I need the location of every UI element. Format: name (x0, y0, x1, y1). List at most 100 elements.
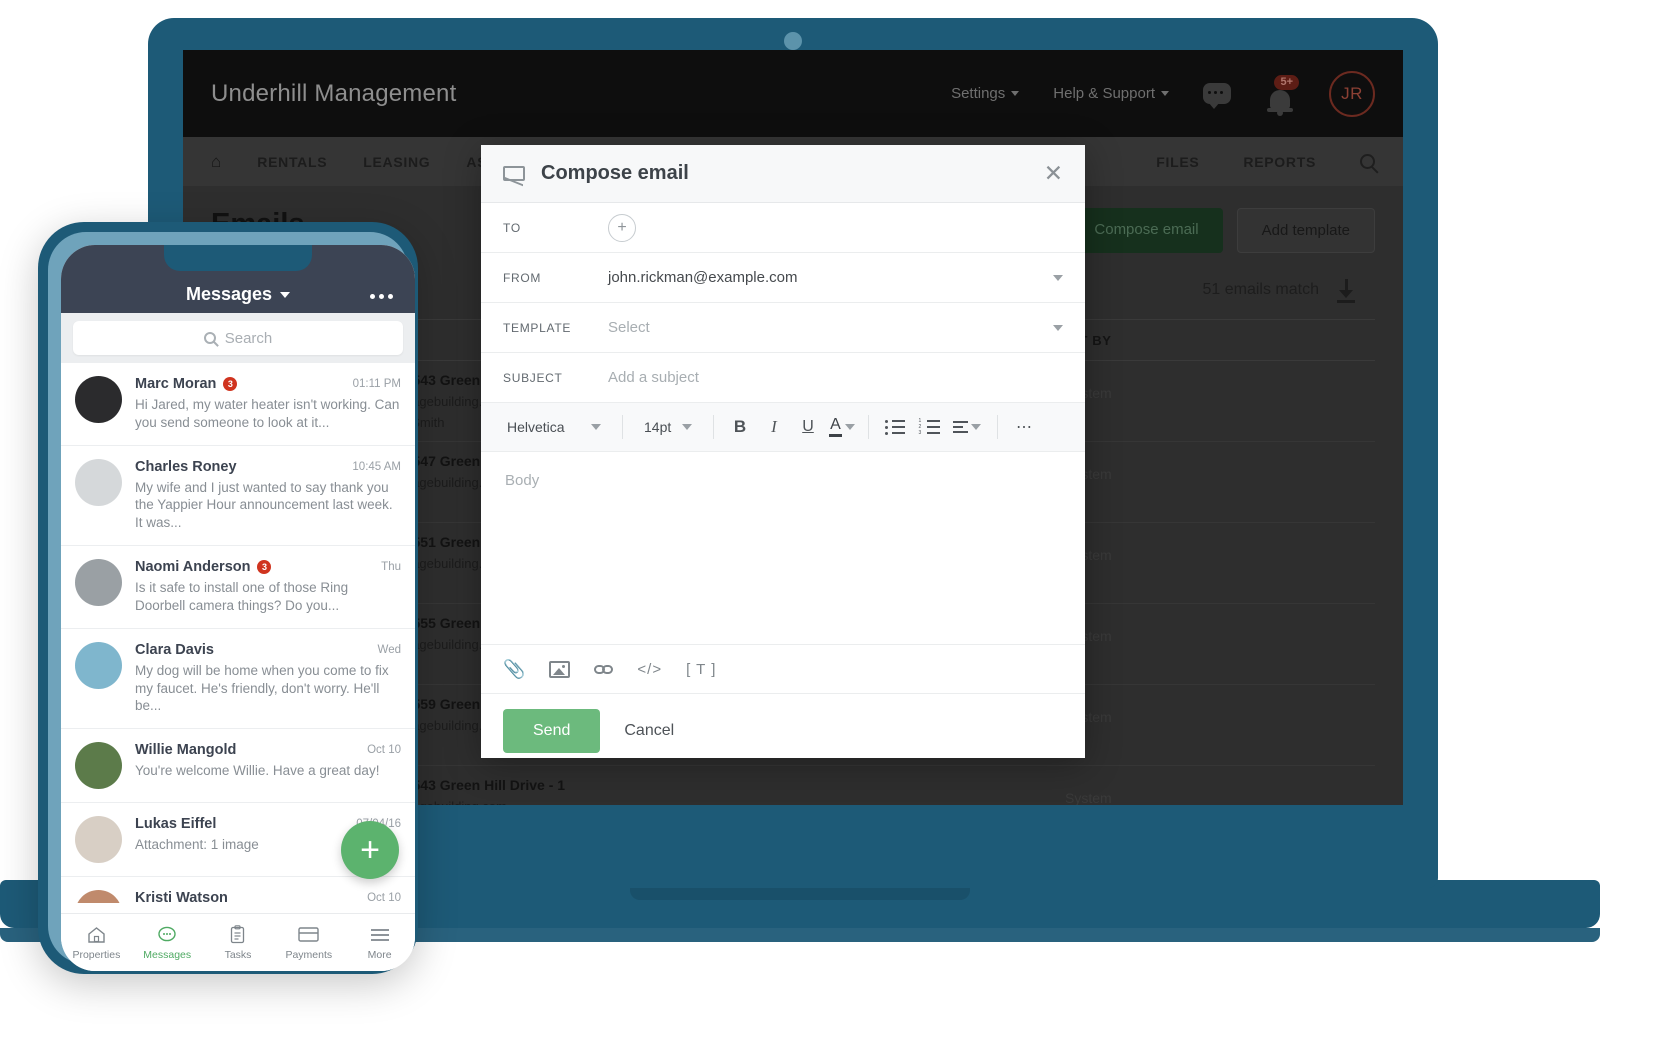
divider (622, 415, 623, 439)
chat-icon[interactable] (1203, 83, 1231, 109)
phone-device: Messages Search Marc Moran 3 01:11 PM Hi… (38, 222, 418, 974)
message-sender: Clara Davis (135, 641, 214, 658)
tab-label: Tasks (224, 948, 252, 961)
help-support-menu[interactable]: Help & Support (1053, 85, 1169, 102)
download-icon[interactable] (1337, 279, 1355, 303)
list-item[interactable]: Willie Mangold Oct 10 You're welcome Wil… (61, 729, 415, 804)
text-color-label: A (829, 416, 842, 437)
text-color-button[interactable]: A (825, 412, 859, 442)
more-horizontal-icon[interactable] (370, 294, 393, 299)
avatar[interactable]: JR (1329, 70, 1375, 117)
phone-topbar: Messages (61, 245, 415, 313)
add-recipient-button[interactable]: + (608, 213, 636, 242)
chevron-down-icon[interactable] (1053, 274, 1063, 281)
search-icon[interactable] (1360, 154, 1375, 169)
bold-button[interactable]: B (723, 412, 757, 442)
bell-icon (1267, 89, 1293, 116)
tab-more[interactable]: More (344, 914, 415, 971)
tab-payments[interactable]: Payments (273, 914, 344, 971)
app-topbar: Underhill Management Settings Help & Sup… (183, 50, 1403, 137)
list-item[interactable]: Kristi Watson Oct 10 Hi Kristi, I can ta… (61, 877, 415, 903)
bullet-list-icon[interactable] (878, 412, 912, 442)
chevron-down-icon (682, 424, 692, 430)
template-field-row[interactable]: TEMPLATE Select (481, 303, 1085, 353)
list-item[interactable]: Marc Moran 3 01:11 PM Hi Jared, my water… (61, 363, 415, 446)
tab-tasks[interactable]: Tasks (203, 914, 274, 971)
tab-label: More (367, 948, 392, 961)
font-size-select[interactable]: 14pt (632, 419, 704, 435)
compose-fab-button[interactable]: + (341, 821, 399, 879)
code-icon[interactable]: </> (637, 661, 662, 678)
tab-messages[interactable]: Messages (132, 914, 203, 971)
avatar (75, 890, 122, 903)
chevron-down-icon (280, 291, 291, 298)
text-block-icon[interactable]: [ T ] (686, 661, 716, 678)
row-sent-by: System (1065, 790, 1112, 805)
image-icon[interactable] (549, 660, 571, 678)
compose-email-dialog: Compose email ✕ TO + FROM john.rickman@e… (481, 145, 1085, 758)
search-icon (203, 332, 216, 344)
phone-notch (164, 245, 312, 271)
from-value: john.rickman@example.com (608, 269, 798, 286)
message-preview: Is it safe to install one of those Ring … (135, 580, 349, 613)
home-icon (87, 925, 106, 945)
settings-label: Settings (951, 85, 1006, 102)
underline-button[interactable]: U (791, 412, 825, 442)
app-brand: Underhill Management (211, 79, 457, 107)
message-time: 10:45 AM (352, 460, 401, 473)
subject-input[interactable]: Add a subject (608, 369, 1063, 386)
font-family-select[interactable]: Helvetica (495, 419, 613, 435)
page-actions: Compose email Add template (1070, 208, 1375, 253)
from-field-row[interactable]: FROM john.rickman@example.com (481, 253, 1085, 303)
avatar (75, 742, 122, 790)
compose-email-button[interactable]: Compose email (1070, 208, 1223, 253)
template-value: Select (608, 319, 650, 336)
avatar (75, 641, 122, 689)
message-preview: My wife and I just wanted to say thank y… (135, 479, 393, 531)
more-horizontal-icon[interactable]: ⋯ (1007, 412, 1041, 442)
list-item[interactable]: Charles Roney 10:45 AM My wife and I jus… (61, 446, 415, 547)
avatar (75, 816, 122, 864)
cancel-button[interactable]: Cancel (624, 722, 674, 740)
dialog-footer: Send Cancel (481, 694, 1085, 768)
phone-screen: Messages Search Marc Moran 3 01:11 PM Hi… (61, 245, 415, 971)
message-time: Wed (377, 643, 401, 656)
align-icon[interactable] (946, 412, 988, 442)
menu-icon (370, 925, 390, 945)
home-icon[interactable]: ⌂ (211, 152, 221, 172)
nav-item-files[interactable]: FILES (1156, 154, 1199, 170)
email-body-editor[interactable]: Body (481, 452, 1085, 644)
phone-title-row[interactable]: Messages (61, 284, 415, 305)
list-item[interactable]: Naomi Anderson 3 Thu Is it safe to insta… (61, 546, 415, 629)
subject-label: SUBJECT (503, 370, 563, 385)
notifications-button[interactable]: 5+ (1265, 74, 1299, 116)
chat-icon (157, 925, 177, 945)
subject-field-row[interactable]: SUBJECT Add a subject (481, 353, 1085, 403)
chevron-down-icon (1161, 91, 1169, 96)
divider (997, 415, 998, 439)
link-icon[interactable] (594, 664, 614, 674)
settings-menu[interactable]: Settings (951, 85, 1020, 102)
message-sender: Marc Moran (135, 376, 217, 392)
search-placeholder: Search (224, 329, 273, 347)
chat-dots (1208, 91, 1223, 94)
close-icon[interactable]: ✕ (1044, 162, 1063, 185)
nav-item-rentals[interactable]: RENTALS (257, 154, 327, 170)
avatar (75, 559, 122, 607)
numbered-list-icon[interactable]: 123 (912, 412, 946, 442)
match-count: 51 emails match (1202, 281, 1320, 298)
chevron-down-icon[interactable] (1053, 324, 1063, 331)
add-template-button[interactable]: Add template (1236, 208, 1375, 253)
message-time: Oct 10 (367, 892, 401, 903)
italic-button[interactable]: I (757, 412, 791, 442)
list-item[interactable]: Clara Davis Wed My dog will be home when… (61, 629, 415, 730)
from-label: FROM (503, 270, 542, 285)
paperclip-icon[interactable]: 📎 (503, 659, 525, 680)
nav-item-leasing[interactable]: LEASING (363, 154, 430, 170)
send-button[interactable]: Send (503, 709, 601, 753)
unread-badge: 3 (257, 560, 272, 575)
phone-title: Messages (185, 284, 273, 304)
nav-item-reports[interactable]: REPORTS (1243, 154, 1316, 170)
tab-properties[interactable]: Properties (61, 914, 132, 971)
search-input[interactable]: Search (73, 321, 403, 355)
